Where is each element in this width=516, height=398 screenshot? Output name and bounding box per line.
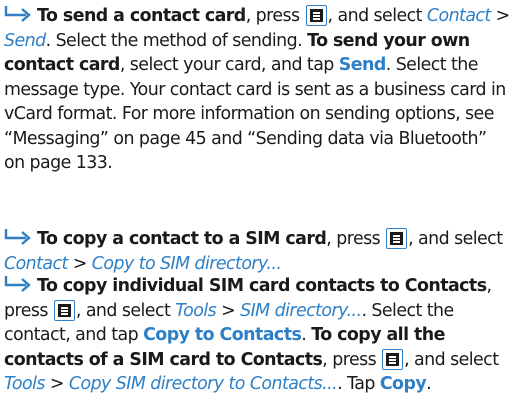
instruction-copy-sim-contacts: To copy individual SIM card contacts to … bbox=[4, 275, 499, 394]
menu-link-send: Send bbox=[4, 30, 46, 51]
menu-key-icon bbox=[305, 5, 327, 26]
menu-link-contact: Contact bbox=[4, 253, 68, 274]
bent-arrow-icon bbox=[4, 275, 34, 293]
instruction-send-contact-card: To send a contact card, press , and sele… bbox=[4, 5, 510, 173]
button-label-copy-to-contacts: Copy to Contacts bbox=[143, 325, 302, 345]
menu-link-tools: Tools bbox=[4, 374, 45, 394]
bent-arrow-icon bbox=[4, 5, 34, 23]
instruction-heading: To copy individual SIM card contacts to … bbox=[37, 276, 487, 296]
bent-arrow-icon bbox=[4, 228, 34, 246]
instruction-heading: To send a contact card bbox=[37, 6, 246, 26]
menu-link-sim-directory: SIM directory... bbox=[240, 300, 362, 321]
button-label-copy: Copy bbox=[379, 374, 427, 394]
menu-key-icon bbox=[386, 228, 408, 249]
menu-key-icon bbox=[53, 299, 75, 321]
menu-link-contact: Contact bbox=[426, 6, 491, 26]
instruction-heading: To copy a contact to a SIM card bbox=[37, 229, 327, 249]
menu-key-icon bbox=[382, 348, 404, 370]
button-label-send: Send bbox=[338, 55, 387, 75]
menu-link-copy-sim-directory-to-contacts: Copy SIM directory to Contacts... bbox=[68, 374, 338, 394]
menu-link-tools: Tools bbox=[175, 300, 217, 321]
instruction-copy-to-sim: To copy a contact to a SIM card, press ,… bbox=[4, 228, 503, 274]
menu-link-copy-to-sim: Copy to SIM directory... bbox=[91, 253, 282, 274]
